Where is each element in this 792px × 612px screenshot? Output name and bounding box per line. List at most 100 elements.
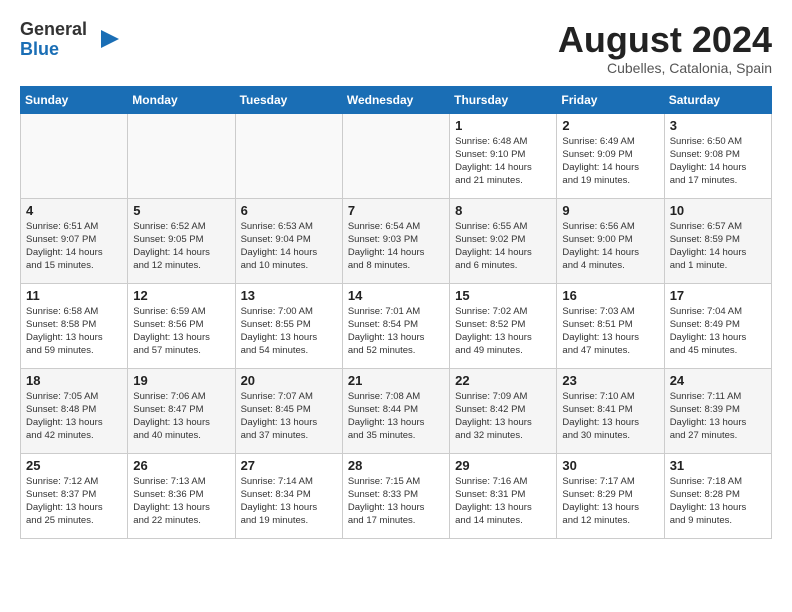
calendar-day-cell: 2 Sunrise: 6:49 AM Sunset: 9:09 PM Daylig… [557,113,664,198]
calendar-day-cell: 28 Sunrise: 7:15 AM Sunset: 8:33 PM Dayli… [342,453,449,538]
day-number: 1 [455,118,551,133]
calendar-day-cell [128,113,235,198]
day-info: Sunrise: 7:10 AM Sunset: 8:41 PM Dayligh… [562,390,658,443]
day-info: Sunrise: 6:48 AM Sunset: 9:10 PM Dayligh… [455,135,551,188]
page-header: General Blue August 2024 Cubelles, Catal… [20,20,772,76]
calendar-header-row: SundayMondayTuesdayWednesdayThursdayFrid… [21,86,772,113]
day-number: 16 [562,288,658,303]
calendar-day-cell: 10 Sunrise: 6:57 AM Sunset: 8:59 PM Dayli… [664,198,771,283]
calendar-week-row: 4Sunrise: 6:51 AM Sunset: 9:07 PM Daylig… [21,198,772,283]
calendar-day-cell: 14 Sunrise: 7:01 AM Sunset: 8:54 PM Dayli… [342,283,449,368]
calendar-day-cell [235,113,342,198]
calendar-day-cell: 25Sunrise: 7:12 AM Sunset: 8:37 PM Dayli… [21,453,128,538]
calendar-week-row: 1 Sunrise: 6:48 AM Sunset: 9:10 PM Daylig… [21,113,772,198]
calendar-week-row: 18Sunrise: 7:05 AM Sunset: 8:48 PM Dayli… [21,368,772,453]
day-number: 21 [348,373,444,388]
column-header-friday: Friday [557,86,664,113]
day-number: 22 [455,373,551,388]
day-number: 25 [26,458,122,473]
day-number: 7 [348,203,444,218]
logo: General Blue [20,20,121,60]
day-number: 31 [670,458,766,473]
day-number: 29 [455,458,551,473]
column-header-thursday: Thursday [450,86,557,113]
day-info: Sunrise: 6:52 AM Sunset: 9:05 PM Dayligh… [133,220,229,273]
day-info: Sunrise: 7:11 AM Sunset: 8:39 PM Dayligh… [670,390,766,443]
month-year-title: August 2024 [558,20,772,60]
day-number: 5 [133,203,229,218]
day-info: Sunrise: 6:51 AM Sunset: 9:07 PM Dayligh… [26,220,122,273]
day-info: Sunrise: 6:49 AM Sunset: 9:09 PM Dayligh… [562,135,658,188]
day-info: Sunrise: 6:54 AM Sunset: 9:03 PM Dayligh… [348,220,444,273]
calendar-day-cell: 6 Sunrise: 6:53 AM Sunset: 9:04 PM Daylig… [235,198,342,283]
day-number: 10 [670,203,766,218]
calendar-day-cell: 11 Sunrise: 6:58 AM Sunset: 8:58 PM Dayli… [21,283,128,368]
calendar-day-cell: 13 Sunrise: 7:00 AM Sunset: 8:55 PM Dayli… [235,283,342,368]
day-info: Sunrise: 7:16 AM Sunset: 8:31 PM Dayligh… [455,475,551,528]
day-info: Sunrise: 6:56 AM Sunset: 9:00 PM Dayligh… [562,220,658,273]
day-info: Sunrise: 6:59 AM Sunset: 8:56 PM Dayligh… [133,305,229,358]
day-number: 9 [562,203,658,218]
day-info: Sunrise: 7:13 AM Sunset: 8:36 PM Dayligh… [133,475,229,528]
day-number: 18 [26,373,122,388]
calendar-day-cell: 18Sunrise: 7:05 AM Sunset: 8:48 PM Dayli… [21,368,128,453]
calendar-day-cell: 24 Sunrise: 7:11 AM Sunset: 8:39 PM Dayli… [664,368,771,453]
calendar-day-cell: 20Sunrise: 7:07 AM Sunset: 8:45 PM Dayli… [235,368,342,453]
day-number: 20 [241,373,337,388]
day-number: 2 [562,118,658,133]
calendar-day-cell: 15Sunrise: 7:02 AM Sunset: 8:52 PM Dayli… [450,283,557,368]
day-info: Sunrise: 7:04 AM Sunset: 8:49 PM Dayligh… [670,305,766,358]
calendar-day-cell: 19 Sunrise: 7:06 AM Sunset: 8:47 PM Dayli… [128,368,235,453]
day-number: 26 [133,458,229,473]
calendar-day-cell: 26 Sunrise: 7:13 AM Sunset: 8:36 PM Dayli… [128,453,235,538]
day-info: Sunrise: 7:08 AM Sunset: 8:44 PM Dayligh… [348,390,444,443]
location-subtitle: Cubelles, Catalonia, Spain [558,60,772,76]
column-header-monday: Monday [128,86,235,113]
calendar-day-cell: 8Sunrise: 6:55 AM Sunset: 9:02 PM Daylig… [450,198,557,283]
calendar-day-cell: 5 Sunrise: 6:52 AM Sunset: 9:05 PM Daylig… [128,198,235,283]
day-info: Sunrise: 7:15 AM Sunset: 8:33 PM Dayligh… [348,475,444,528]
calendar-day-cell: 30Sunrise: 7:17 AM Sunset: 8:29 PM Dayli… [557,453,664,538]
calendar-day-cell: 1 Sunrise: 6:48 AM Sunset: 9:10 PM Daylig… [450,113,557,198]
calendar-day-cell: 3Sunrise: 6:50 AM Sunset: 9:08 PM Daylig… [664,113,771,198]
calendar-day-cell: 17Sunrise: 7:04 AM Sunset: 8:49 PM Dayli… [664,283,771,368]
day-number: 12 [133,288,229,303]
calendar-day-cell: 21 Sunrise: 7:08 AM Sunset: 8:44 PM Dayli… [342,368,449,453]
day-number: 11 [26,288,122,303]
day-info: Sunrise: 6:58 AM Sunset: 8:58 PM Dayligh… [26,305,122,358]
logo-general: General [20,19,87,39]
day-number: 28 [348,458,444,473]
calendar-day-cell: 7 Sunrise: 6:54 AM Sunset: 9:03 PM Daylig… [342,198,449,283]
day-info: Sunrise: 6:50 AM Sunset: 9:08 PM Dayligh… [670,135,766,188]
title-block: August 2024 Cubelles, Catalonia, Spain [558,20,772,76]
logo-blue: Blue [20,39,59,59]
day-info: Sunrise: 7:03 AM Sunset: 8:51 PM Dayligh… [562,305,658,358]
calendar-day-cell: 12 Sunrise: 6:59 AM Sunset: 8:56 PM Dayli… [128,283,235,368]
day-number: 6 [241,203,337,218]
calendar-day-cell: 31Sunrise: 7:18 AM Sunset: 8:28 PM Dayli… [664,453,771,538]
day-number: 23 [562,373,658,388]
day-info: Sunrise: 7:09 AM Sunset: 8:42 PM Dayligh… [455,390,551,443]
calendar-day-cell [342,113,449,198]
column-header-tuesday: Tuesday [235,86,342,113]
day-number: 27 [241,458,337,473]
day-info: Sunrise: 6:53 AM Sunset: 9:04 PM Dayligh… [241,220,337,273]
calendar-day-cell: 4Sunrise: 6:51 AM Sunset: 9:07 PM Daylig… [21,198,128,283]
column-header-wednesday: Wednesday [342,86,449,113]
day-info: Sunrise: 6:57 AM Sunset: 8:59 PM Dayligh… [670,220,766,273]
column-header-saturday: Saturday [664,86,771,113]
day-number: 19 [133,373,229,388]
calendar-day-cell: 27Sunrise: 7:14 AM Sunset: 8:34 PM Dayli… [235,453,342,538]
day-info: Sunrise: 7:00 AM Sunset: 8:55 PM Dayligh… [241,305,337,358]
calendar-day-cell: 23 Sunrise: 7:10 AM Sunset: 8:41 PM Dayli… [557,368,664,453]
day-info: Sunrise: 7:02 AM Sunset: 8:52 PM Dayligh… [455,305,551,358]
day-info: Sunrise: 7:06 AM Sunset: 8:47 PM Dayligh… [133,390,229,443]
day-number: 24 [670,373,766,388]
day-number: 13 [241,288,337,303]
day-info: Sunrise: 6:55 AM Sunset: 9:02 PM Dayligh… [455,220,551,273]
day-number: 30 [562,458,658,473]
calendar-day-cell: 16 Sunrise: 7:03 AM Sunset: 8:51 PM Dayli… [557,283,664,368]
day-info: Sunrise: 7:01 AM Sunset: 8:54 PM Dayligh… [348,305,444,358]
calendar-day-cell: 22 Sunrise: 7:09 AM Sunset: 8:42 PM Dayli… [450,368,557,453]
day-number: 14 [348,288,444,303]
